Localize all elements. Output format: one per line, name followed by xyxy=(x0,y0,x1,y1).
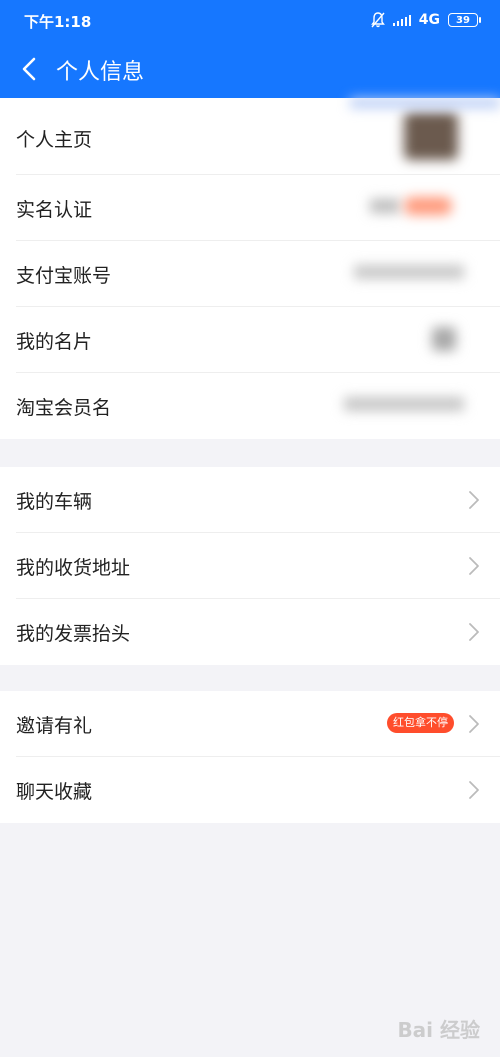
list-item-homepage[interactable]: 个人主页 xyxy=(0,98,500,175)
list-item-label: 个人主页 xyxy=(16,129,93,151)
qrcode-icon xyxy=(432,327,456,351)
blurred-badge xyxy=(404,197,452,215)
list-item-taobao-name[interactable]: 淘宝会员名 xyxy=(0,373,500,439)
page-title: 个人信息 xyxy=(56,60,145,85)
back-button[interactable] xyxy=(14,52,48,86)
list-item-label: 聊天收藏 xyxy=(16,781,93,803)
battery-icon: 39 xyxy=(448,13,481,27)
chevron-right-icon xyxy=(469,491,479,509)
list-item-label: 我的车辆 xyxy=(16,491,93,513)
chevron-left-icon xyxy=(22,57,36,81)
avatar xyxy=(404,112,458,160)
network-type: 4G xyxy=(418,12,440,28)
list-item-invoice-title[interactable]: 我的发票抬头 xyxy=(0,599,500,665)
list-item-chat-favorites[interactable]: 聊天收藏 xyxy=(0,757,500,823)
list-item-label: 我的名片 xyxy=(16,331,93,353)
list-item-vehicles[interactable]: 我的车辆 xyxy=(0,467,500,533)
chevron-right-icon xyxy=(469,623,479,641)
blurred-value xyxy=(344,397,464,411)
promo-badge: 红包拿不停 xyxy=(387,713,454,733)
list-item-real-name[interactable]: 实名认证 xyxy=(0,175,500,241)
watermark: Bai 经验 xyxy=(397,1018,480,1042)
blurred-value xyxy=(370,199,400,213)
chevron-right-icon xyxy=(469,781,479,799)
list-item-business-card[interactable]: 我的名片 xyxy=(0,307,500,373)
list-item-label: 淘宝会员名 xyxy=(16,397,112,419)
list-item-alipay-account[interactable]: 支付宝账号 xyxy=(0,241,500,307)
list-item-label: 邀请有礼 xyxy=(16,715,93,737)
bell-off-icon xyxy=(370,12,385,28)
status-bar: 下午1:18 4G 39 xyxy=(0,0,500,40)
list-item-label: 我的发票抬头 xyxy=(16,623,131,645)
chevron-right-icon xyxy=(469,715,479,733)
profile-section: 个人主页 实名认证 支付宝账号 我的名片 淘宝会员名 xyxy=(0,98,500,439)
navigation-bar: 个人信息 xyxy=(0,40,500,98)
list-item-label: 支付宝账号 xyxy=(16,265,112,287)
status-time: 下午1:18 xyxy=(24,13,92,31)
signal-icon xyxy=(392,14,411,26)
address-section: 我的车辆 我的收货地址 我的发票抬头 xyxy=(0,467,500,665)
blurred-header xyxy=(350,98,500,108)
other-section: 邀请有礼 红包拿不停 聊天收藏 xyxy=(0,691,500,823)
list-item-invite[interactable]: 邀请有礼 红包拿不停 xyxy=(0,691,500,757)
chevron-right-icon xyxy=(469,557,479,575)
list-item-label: 我的收货地址 xyxy=(16,557,131,579)
blurred-value xyxy=(354,265,464,279)
status-icons: 4G 39 xyxy=(370,10,481,30)
list-item-label: 实名认证 xyxy=(16,199,93,221)
list-item-shipping-address[interactable]: 我的收货地址 xyxy=(0,533,500,599)
